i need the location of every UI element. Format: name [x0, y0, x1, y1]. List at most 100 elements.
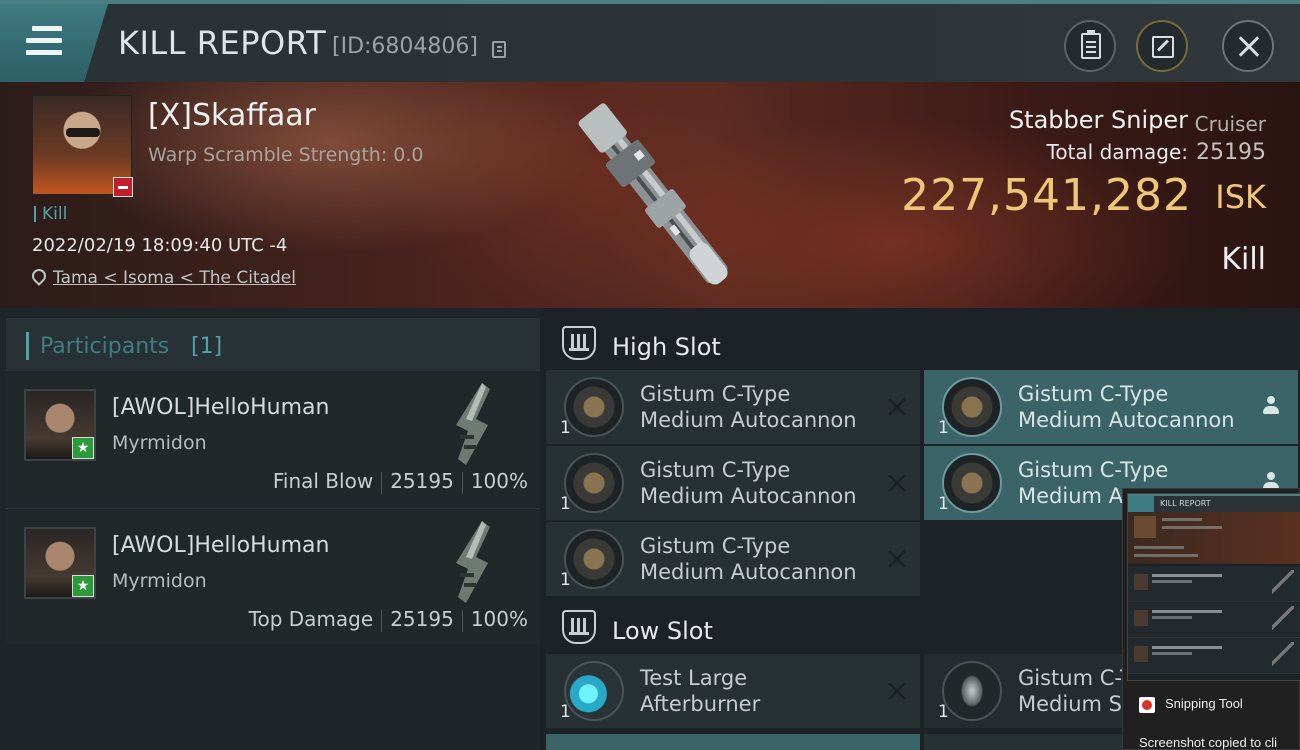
module-type: Medium Autocannon	[640, 560, 857, 584]
stat-divider	[461, 471, 463, 494]
thumb-header: KILL REPORT	[1128, 494, 1300, 512]
person-icon	[1262, 396, 1280, 416]
module-item[interactable]: 1 Gistum C-Type Medium Autocannon	[924, 370, 1298, 444]
participant-ship-image	[456, 383, 490, 465]
hamburger-icon	[26, 26, 62, 56]
module-quantity: 1	[938, 702, 949, 722]
module-name: Gistum C-T	[1018, 666, 1133, 690]
module-quantity: 1	[560, 494, 571, 514]
thumb-banner	[1128, 512, 1300, 564]
page-title: KILL REPORT	[118, 24, 327, 62]
module-quantity: 1	[938, 494, 949, 514]
participant-percent: 100%	[470, 607, 528, 631]
module-item[interactable]: 1 Test Large Afterburner	[546, 654, 920, 728]
module-name: Test Large	[640, 666, 748, 690]
location-pin-icon	[29, 266, 49, 286]
module-item[interactable]: 1 Gistum C-Type Medium Autocannon	[546, 446, 920, 520]
star-icon: ★	[72, 575, 94, 597]
warp-scramble-strength: Warp Scramble Strength: 0.0	[148, 144, 424, 166]
high-slot-icon	[562, 326, 596, 360]
participant-damage: 25195	[390, 469, 454, 493]
star-icon: ★	[72, 437, 94, 459]
menu-button[interactable]	[0, 4, 108, 82]
module-item-partial[interactable]	[546, 734, 920, 750]
clipboard-button[interactable]	[1064, 20, 1116, 72]
module-type: Medium Au	[1018, 484, 1137, 508]
module-quantity: 1	[938, 418, 949, 438]
module-item[interactable]: 1 Gistum C-Type Medium Autocannon	[546, 522, 920, 596]
glasses-detail	[66, 128, 100, 137]
participant-stats: Final Blow 25195 100%	[273, 469, 528, 494]
high-slot-header: High Slot	[548, 316, 1300, 370]
thumb-row	[1128, 638, 1300, 674]
module-name: Gistum C-Type	[640, 382, 791, 406]
thumb-title: KILL REPORT	[1160, 499, 1211, 508]
autocannon-icon	[564, 529, 624, 589]
thumb-row	[1128, 602, 1300, 638]
thumb-rows	[1128, 566, 1300, 674]
module-name: Gistum C-Type	[1018, 458, 1169, 482]
module-quantity: 1	[560, 702, 571, 722]
module-type: Medium Sh	[1018, 692, 1136, 716]
thumb-line	[1134, 554, 1198, 557]
destroyed-icon	[888, 398, 906, 416]
participant-name[interactable]: [AWOL]HelloHuman	[112, 395, 329, 420]
thumb-line	[1162, 526, 1222, 529]
thumb-line	[1162, 518, 1202, 521]
snipping-tool-name: Snipping Tool	[1165, 696, 1243, 711]
module-item[interactable]: 1 Gistum C-Type Medium Autocannon	[546, 370, 920, 444]
snipping-tool-notification[interactable]: KILL REPORT Snipping Tool Screenshot cop…	[1122, 488, 1300, 750]
participants-header[interactable]: Participants [1]	[6, 318, 540, 374]
close-button[interactable]	[1222, 20, 1274, 72]
ship-image	[578, 103, 728, 285]
participant-name[interactable]: [AWOL]HelloHuman	[112, 533, 329, 558]
low-slot-title: Low Slot	[612, 617, 713, 645]
share-button[interactable]	[1136, 20, 1188, 72]
ship-name[interactable]: Stabber Sniper	[1009, 106, 1188, 134]
header: KILL REPORT [ID:6804806]	[0, 0, 1300, 82]
participant-role: Final Blow	[272, 469, 374, 493]
module-type: Medium Autocannon	[640, 484, 857, 508]
participant-ship: Myrmidon	[112, 432, 207, 454]
location-link[interactable]: Tama < Isoma < The Citadel	[53, 268, 296, 288]
thumb-row	[1128, 566, 1300, 602]
destroyed-icon	[888, 682, 906, 700]
autocannon-icon	[942, 377, 1002, 437]
low-slot-icon	[562, 610, 596, 644]
module-name: Gistum C-Type	[640, 458, 791, 482]
high-slot-title: High Slot	[612, 333, 721, 361]
autocannon-icon	[942, 453, 1002, 513]
victim-name[interactable]: [X]Skaffaar	[148, 98, 316, 133]
module-type: Medium Autocannon	[1018, 408, 1235, 432]
afterburner-icon	[564, 661, 624, 721]
autocannon-icon	[564, 377, 624, 437]
snipping-tool-icon	[1139, 697, 1155, 713]
module-type: Medium Autocannon	[640, 408, 857, 432]
stat-divider	[381, 609, 383, 632]
participant-percent: 100%	[470, 469, 528, 493]
clipboard-icon	[1081, 30, 1101, 59]
participant-ship-image	[456, 521, 490, 603]
header-accent-bar	[26, 332, 29, 360]
participant-card[interactable]: ★ [AWOL]HelloHuman Myrmidon Top Damage 25…	[6, 508, 540, 644]
participants-panel: Participants [1] ★ [AWOL]HelloHuman Myrm…	[0, 308, 540, 750]
copy-icon[interactable]	[492, 41, 506, 58]
victim-banner: [X]Skaffaar Warp Scramble Strength: 0.0 …	[0, 82, 1300, 308]
participant-stats: Top Damage 25195 100%	[249, 607, 528, 632]
participants-count: [1]	[191, 334, 223, 359]
participant-card[interactable]: ★ [AWOL]HelloHuman Myrmidon Final Blow 25…	[6, 370, 540, 506]
participants-label: Participants	[40, 334, 170, 359]
ship-class: Cruiser	[1194, 112, 1266, 136]
stat-divider	[381, 471, 383, 494]
autocannon-icon	[564, 453, 624, 513]
screenshot-thumbnail[interactable]: KILL REPORT	[1127, 493, 1300, 681]
module-name: Gistum C-Type	[640, 534, 791, 558]
module-name: Gistum C-Type	[1018, 382, 1169, 406]
total-damage-label: Total damage:	[1046, 140, 1189, 164]
stat-divider	[461, 609, 463, 632]
timestamp: 2022/02/19 18:09:40 UTC -4	[32, 235, 288, 256]
kill-type: Kill	[1221, 242, 1266, 277]
shield-icon	[942, 661, 1002, 721]
participant-damage: 25195	[390, 607, 454, 631]
participant-role: Top Damage	[248, 607, 374, 631]
